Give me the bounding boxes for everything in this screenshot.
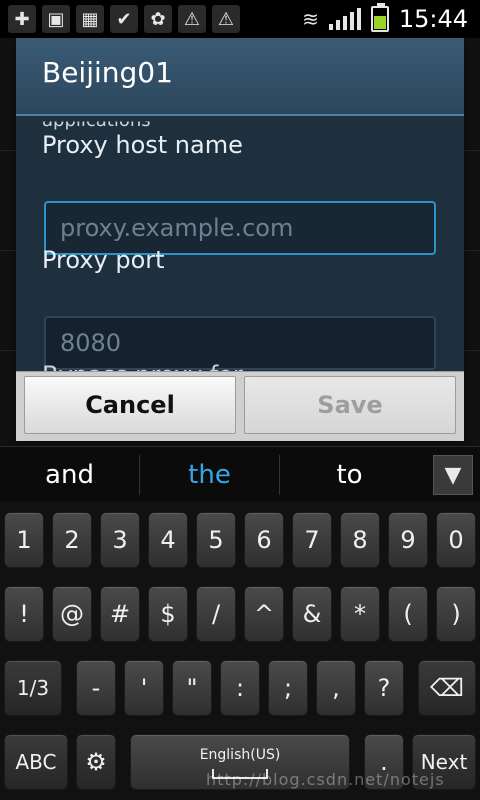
keyboard: 1 2 3 4 5 6 7 8 9 0 ! @ # $ / ^ & * ( ) … <box>0 502 480 800</box>
proxy-port-placeholder: 8080 <box>60 329 122 357</box>
space-language: English(US) <box>199 747 281 763</box>
key-caret[interactable]: ^ <box>244 586 284 642</box>
suggestion-and[interactable]: and <box>0 447 139 503</box>
key-exclamation[interactable]: ! <box>4 586 44 642</box>
dialog-title: Beijing01 <box>42 56 173 89</box>
chevron-down-icon[interactable]: ▼ <box>433 455 473 495</box>
key-page-1-3[interactable]: 1/3 <box>4 660 62 716</box>
scrolled-text-bottom: Bypass proxy for <box>42 361 243 371</box>
image-icon: ▣ <box>42 5 70 33</box>
gear-icon[interactable]: ⚙ <box>76 734 116 790</box>
proxy-dialog: Beijing01 applications Proxy host name p… <box>16 38 464 441</box>
scrolled-text-top: applications <box>42 116 151 131</box>
warning-icon: ⚠ <box>212 5 240 33</box>
key-hash[interactable]: # <box>100 586 140 642</box>
key-right-paren[interactable]: ) <box>436 586 476 642</box>
warning-icon: ⚠ <box>178 5 206 33</box>
key-asterisk[interactable]: * <box>340 586 380 642</box>
notification-icons: ✚ ▣ ▦ ✔ ✿ ⚠ ⚠ <box>0 5 240 33</box>
calendar-icon: ▦ <box>76 5 104 33</box>
phone-check-icon: ✔ <box>110 5 138 33</box>
butterfly-icon: ✿ <box>144 5 172 33</box>
save-button[interactable]: Save <box>244 376 456 434</box>
key-semicolon[interactable]: ; <box>268 660 308 716</box>
dialog-body[interactable]: applications Proxy host name proxy.examp… <box>16 116 464 371</box>
status-bar: ✚ ▣ ▦ ✔ ✿ ⚠ ⚠ ≋ 15:44 <box>0 0 480 38</box>
key-5[interactable]: 5 <box>196 512 236 568</box>
key-7[interactable]: 7 <box>292 512 332 568</box>
dialog-actions: Cancel Save <box>16 371 464 441</box>
watermark-text: http://blog.csdn.net/notejs <box>206 770 445 789</box>
key-6[interactable]: 6 <box>244 512 284 568</box>
key-4[interactable]: 4 <box>148 512 188 568</box>
plus-box-icon: ✚ <box>8 5 36 33</box>
key-dollar[interactable]: $ <box>148 586 188 642</box>
key-colon[interactable]: : <box>220 660 260 716</box>
signal-icon <box>328 8 361 30</box>
clock-time: 15:44 <box>398 5 468 33</box>
dialog-header: Beijing01 <box>16 38 464 116</box>
abc-key[interactable]: ABC <box>4 734 68 790</box>
key-left-paren[interactable]: ( <box>388 586 428 642</box>
key-slash[interactable]: / <box>196 586 236 642</box>
suggestion-the[interactable]: the <box>140 447 279 503</box>
suggestion-bar: and the to ▼ <box>0 446 480 504</box>
key-3[interactable]: 3 <box>100 512 140 568</box>
key-question[interactable]: ? <box>364 660 404 716</box>
key-ampersand[interactable]: & <box>292 586 332 642</box>
key-quote[interactable]: " <box>172 660 212 716</box>
key-at[interactable]: @ <box>52 586 92 642</box>
proxy-port-label: Proxy port <box>42 246 165 274</box>
proxy-host-label: Proxy host name <box>42 131 243 159</box>
key-dash[interactable]: - <box>76 660 116 716</box>
battery-level <box>373 15 386 29</box>
key-2[interactable]: 2 <box>52 512 92 568</box>
key-8[interactable]: 8 <box>340 512 380 568</box>
key-9[interactable]: 9 <box>388 512 428 568</box>
key-0[interactable]: 0 <box>436 512 476 568</box>
key-1[interactable]: 1 <box>4 512 44 568</box>
key-apostrophe[interactable]: ' <box>124 660 164 716</box>
battery-icon <box>370 3 389 32</box>
suggestion-to[interactable]: to <box>280 447 419 503</box>
wifi-icon: ≋ <box>302 7 319 31</box>
key-comma[interactable]: , <box>316 660 356 716</box>
proxy-host-placeholder: proxy.example.com <box>60 214 294 242</box>
backspace-icon[interactable]: ⌫ <box>418 660 476 716</box>
cancel-button[interactable]: Cancel <box>24 376 236 434</box>
